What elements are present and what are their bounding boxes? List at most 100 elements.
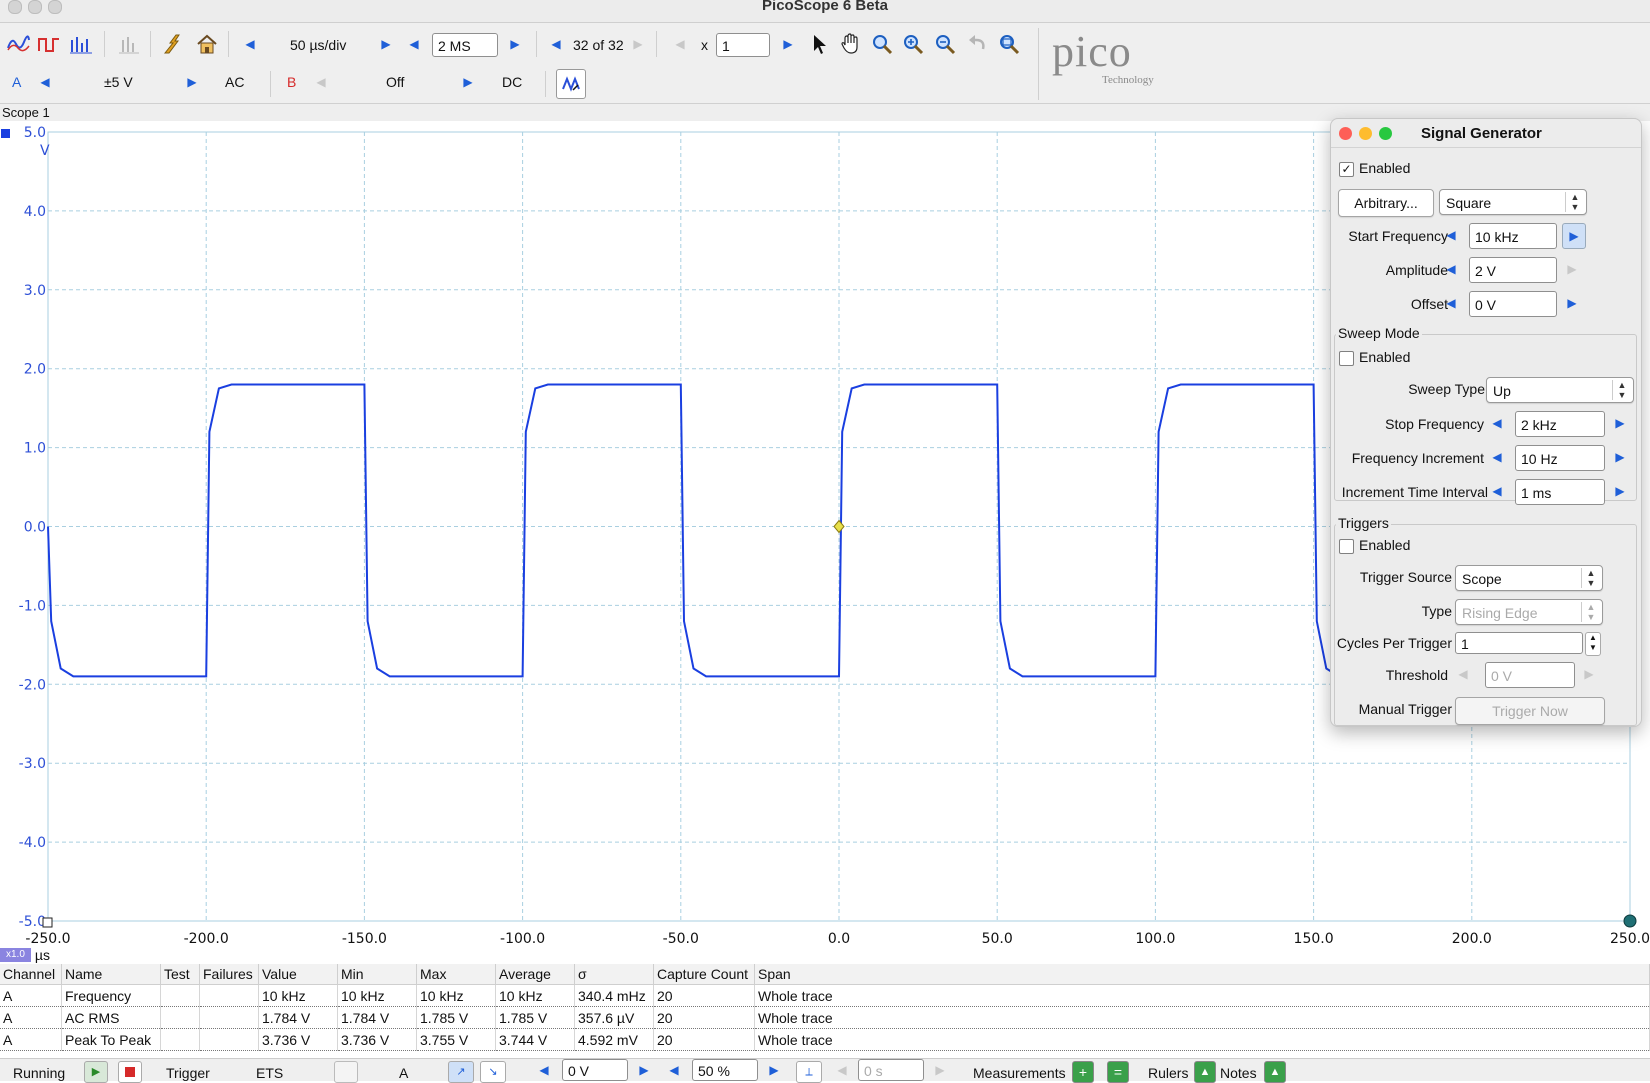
samples-decrease-arrow[interactable]: ◀ xyxy=(406,34,422,54)
waveform-select[interactable]: Square ▲ ▼ xyxy=(1439,189,1587,215)
delay-decrease-arrow[interactable]: ◀ xyxy=(834,1060,850,1080)
undo-zoom-icon[interactable] xyxy=(964,31,990,57)
channel-b-coupling[interactable]: DC xyxy=(502,74,522,90)
serial-decode-icon[interactable] xyxy=(116,31,142,57)
x-tick-label: -150.0 xyxy=(342,931,387,947)
samples-increase-arrow[interactable]: ▶ xyxy=(507,34,523,54)
channel-b-range-decrease-arrow[interactable]: ◀ xyxy=(313,72,329,92)
trigger-source-select[interactable]: Scope ▲ ▼ xyxy=(1455,565,1603,591)
trigger-threshold-input[interactable]: 0 V xyxy=(562,1059,628,1081)
trigger-now-button[interactable]: Trigger Now xyxy=(1455,697,1605,725)
table-cell: A xyxy=(0,1006,62,1029)
increment-time-input[interactable]: 1 ms xyxy=(1515,479,1605,505)
persistence-mode-icon[interactable] xyxy=(36,31,62,57)
amplitude-decrease-arrow[interactable]: ◀ xyxy=(1443,259,1459,279)
channel-a-label[interactable]: A xyxy=(12,74,21,90)
trigger-type-select[interactable]: Rising Edge ▲ ▼ xyxy=(1455,599,1603,625)
frequency-increment-input[interactable]: 10 Hz xyxy=(1515,445,1605,471)
pretrigger-input[interactable]: 50 % xyxy=(692,1059,758,1081)
offset-input[interactable]: 0 V xyxy=(1469,291,1557,317)
threshold-decrease-arrow[interactable]: ◀ xyxy=(536,1060,552,1080)
frequency-increment-decrease-arrow[interactable]: ◀ xyxy=(1489,447,1505,467)
column-header[interactable]: Max xyxy=(416,964,496,985)
home-icon[interactable] xyxy=(194,31,220,57)
column-header[interactable]: σ xyxy=(574,964,654,985)
zoom-dialog-button[interactable] xyxy=(1379,127,1392,140)
column-header[interactable]: Test xyxy=(160,964,200,985)
stop-frequency-increase-arrow[interactable]: ▶ xyxy=(1612,413,1628,433)
threshold-input[interactable]: 0 V xyxy=(1485,662,1575,688)
zoom-factor-input[interactable]: 1 xyxy=(716,33,770,57)
capture-next-arrow[interactable]: ▶ xyxy=(630,34,646,54)
zoom-increase-arrow[interactable]: ▶ xyxy=(780,34,796,54)
triggers-enabled-checkbox[interactable] xyxy=(1339,539,1354,554)
pointer-tool-icon[interactable] xyxy=(806,31,832,57)
increment-time-increase-arrow[interactable]: ▶ xyxy=(1612,481,1628,501)
cycles-stepper[interactable]: ▲ ▼ xyxy=(1585,632,1601,656)
start-frequency-decrease-arrow[interactable]: ◀ xyxy=(1443,225,1459,245)
x-scale-badge[interactable]: x1.0 xyxy=(0,948,31,962)
channel-a-range[interactable]: ±5 V xyxy=(104,74,133,90)
signal-generator-icon[interactable] xyxy=(160,31,186,57)
sweep-enabled-label: Enabled xyxy=(1359,349,1411,365)
table-cell: Whole trace xyxy=(754,1028,1650,1051)
channel-a-coupling[interactable]: AC xyxy=(225,74,244,90)
channel-b-range[interactable]: Off xyxy=(386,74,404,90)
column-header[interactable]: Capture Count xyxy=(653,964,755,985)
offset-increase-arrow[interactable]: ▶ xyxy=(1564,293,1580,313)
sweep-enabled-checkbox[interactable] xyxy=(1339,351,1354,366)
column-header[interactable]: Value xyxy=(258,964,338,985)
trigger-channel[interactable]: A xyxy=(399,1065,408,1081)
generator-enabled-checkbox[interactable]: ✓ xyxy=(1339,162,1354,177)
frequency-increment-increase-arrow[interactable]: ▶ xyxy=(1612,447,1628,467)
column-header[interactable]: Span xyxy=(754,964,1650,985)
zoom-decrease-arrow[interactable]: ◀ xyxy=(672,34,688,54)
amplitude-input[interactable]: 2 V xyxy=(1469,257,1557,283)
minimize-dialog-button[interactable] xyxy=(1359,127,1372,140)
pretrigger-increase-arrow[interactable]: ▶ xyxy=(766,1060,782,1080)
math-channel-icon[interactable] xyxy=(556,69,586,99)
zoom-in-icon[interactable] xyxy=(900,31,926,57)
offset-decrease-arrow[interactable]: ◀ xyxy=(1443,293,1459,313)
threshold-increase-arrow[interactable]: ▶ xyxy=(1581,664,1597,684)
increment-time-decrease-arrow[interactable]: ◀ xyxy=(1489,481,1505,501)
zoom-out-icon[interactable] xyxy=(932,31,958,57)
table-row[interactable]: A Peak To Peak 3.736 V 3.736 V 3.755 V 3… xyxy=(0,1028,1650,1051)
pretrigger-decrease-arrow[interactable]: ◀ xyxy=(666,1060,682,1080)
start-frequency-increase-arrow[interactable]: ▶ xyxy=(1562,223,1586,249)
hand-tool-icon[interactable] xyxy=(837,31,863,57)
cycles-per-trigger-input[interactable]: 1 xyxy=(1455,632,1583,654)
amplitude-increase-arrow[interactable]: ▶ xyxy=(1564,259,1580,279)
timebase-value[interactable]: 50 µs/div xyxy=(290,37,346,53)
column-header[interactable]: Failures xyxy=(199,964,259,985)
spectrum-mode-icon[interactable] xyxy=(68,31,94,57)
timebase-increase-arrow[interactable]: ▶ xyxy=(378,34,394,54)
column-header[interactable]: Min xyxy=(337,964,417,985)
threshold-increase-arrow[interactable]: ▶ xyxy=(636,1060,652,1080)
channel-b-label[interactable]: B xyxy=(287,74,296,90)
channel-a-range-increase-arrow[interactable]: ▶ xyxy=(184,72,200,92)
ets-label[interactable]: ETS xyxy=(256,1065,283,1081)
channel-b-range-increase-arrow[interactable]: ▶ xyxy=(460,72,476,92)
samples-input[interactable]: 2 MS xyxy=(432,33,498,57)
arbitrary-button[interactable]: Arbitrary... xyxy=(1338,189,1434,217)
timebase-decrease-arrow[interactable]: ◀ xyxy=(242,34,258,54)
close-dialog-button[interactable] xyxy=(1339,127,1352,140)
threshold-decrease-arrow[interactable]: ◀ xyxy=(1455,664,1471,684)
stop-frequency-decrease-arrow[interactable]: ◀ xyxy=(1489,413,1505,433)
sweep-type-select[interactable]: Up ▲ ▼ xyxy=(1486,377,1634,403)
table-row[interactable]: A Frequency 10 kHz 10 kHz 10 kHz 10 kHz … xyxy=(0,984,1650,1007)
column-header[interactable]: Name xyxy=(61,964,161,985)
scope-mode-icon[interactable] xyxy=(5,31,31,57)
zoom-tool-icon[interactable] xyxy=(869,31,895,57)
channel-a-range-decrease-arrow[interactable]: ◀ xyxy=(37,72,53,92)
start-frequency-input[interactable]: 10 kHz xyxy=(1469,223,1557,249)
zoom-to-fit-icon[interactable] xyxy=(996,31,1022,57)
capture-previous-arrow[interactable]: ◀ xyxy=(548,34,564,54)
stop-frequency-input[interactable]: 2 kHz xyxy=(1515,411,1605,437)
delay-increase-arrow[interactable]: ▶ xyxy=(932,1060,948,1080)
column-header[interactable]: Average xyxy=(495,964,575,985)
delay-input[interactable]: 0 s xyxy=(858,1059,924,1081)
table-row[interactable]: A AC RMS 1.784 V 1.784 V 1.785 V 1.785 V… xyxy=(0,1006,1650,1029)
column-header[interactable]: Channel xyxy=(0,964,62,985)
